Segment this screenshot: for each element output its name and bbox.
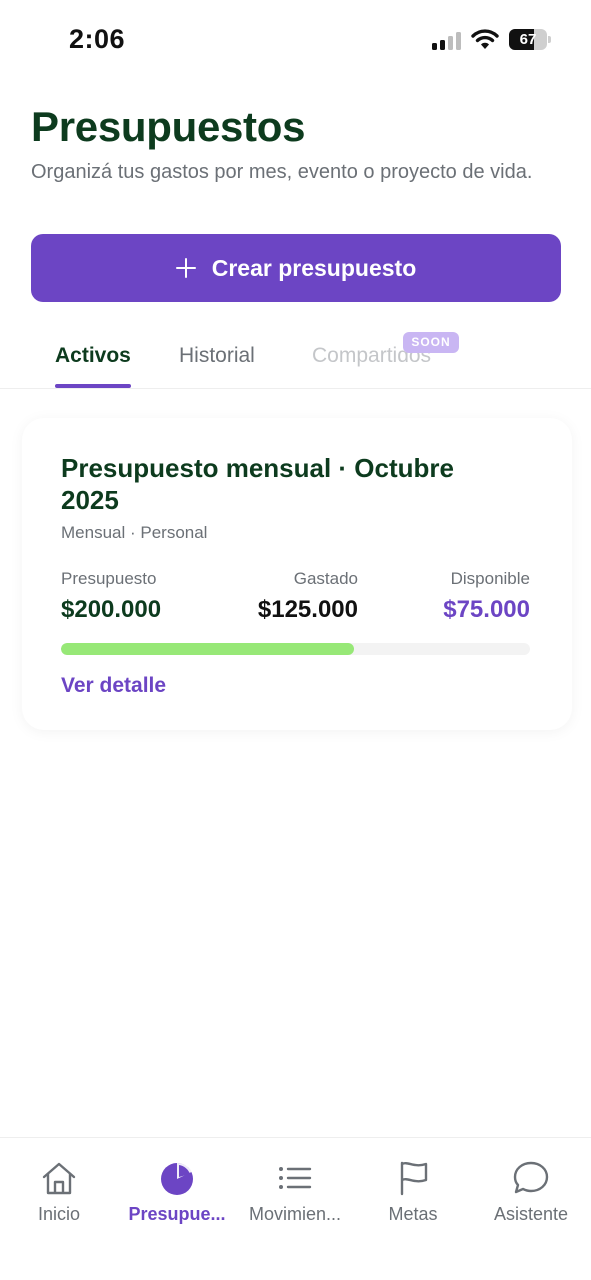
page-title: Presupuestos — [31, 103, 306, 150]
bottom-nav: Inicio Presupue... Movimien... Metas Asi… — [0, 1137, 591, 1280]
nav-item-movimientos[interactable]: Movimien... — [236, 1160, 354, 1230]
nav-item-asistente[interactable]: Asistente — [472, 1160, 590, 1230]
create-budget-label: Crear presupuesto — [211, 254, 417, 281]
nav-item-metas[interactable]: Metas — [354, 1160, 472, 1230]
list-icon — [279, 1167, 312, 1189]
available-label: Disponible — [450, 569, 530, 588]
spent-value: $125.000 — [257, 596, 358, 623]
nav-label-presupuestos: Presupue... — [128, 1204, 226, 1224]
nav-label-movimientos: Movimien... — [248, 1204, 342, 1224]
home-icon — [42, 1162, 76, 1195]
status-time: 2:06 — [69, 24, 126, 54]
spent-label: Gastado — [293, 569, 358, 588]
tab-historial[interactable]: Historial — [179, 344, 255, 368]
budget-label: Presupuesto — [61, 569, 157, 588]
budget-card-title: Presupuesto mensual · Octubre 2025 — [61, 453, 454, 515]
nav-item-presupuestos[interactable]: Presupue... — [118, 1160, 236, 1230]
create-budget-button[interactable]: Crear presupuesto — [31, 234, 561, 302]
nav-label-metas: Metas — [388, 1204, 438, 1224]
page-subtitle: Organizá tus gastos por mes, evento o pr… — [31, 161, 533, 183]
budget-value: $200.000 — [61, 596, 162, 623]
active-tab-indicator — [55, 384, 131, 388]
battery-percentage: 67 — [519, 31, 537, 48]
soon-badge: SOON — [403, 332, 459, 353]
budget-progress-bar — [61, 643, 530, 655]
tab-bar: Activos Historial Compartidos SOON — [0, 330, 591, 389]
view-detail-link[interactable]: Ver detalle — [61, 674, 166, 698]
pie-chart-icon — [161, 1162, 193, 1195]
budget-card[interactable]: Presupuesto mensual · Octubre 2025 Mensu… — [22, 418, 572, 730]
cellular-signal-icon — [432, 30, 462, 50]
flag-icon — [400, 1161, 428, 1196]
nav-label-inicio: Inicio — [37, 1204, 81, 1224]
nav-item-inicio[interactable]: Inicio — [0, 1160, 118, 1230]
nav-label-asistente: Asistente — [493, 1204, 569, 1224]
budget-progress-fill — [61, 643, 355, 655]
plus-icon — [175, 258, 196, 278]
budget-card-meta: Mensual · Personal — [61, 523, 208, 542]
battery-icon: 67 — [509, 29, 551, 50]
tab-activos[interactable]: Activos — [55, 344, 131, 368]
available-value: $75.000 — [443, 596, 530, 623]
chat-bubble-icon — [513, 1161, 549, 1194]
status-bar: 2:06 67 — [0, 0, 591, 80]
wifi-icon — [471, 28, 499, 50]
